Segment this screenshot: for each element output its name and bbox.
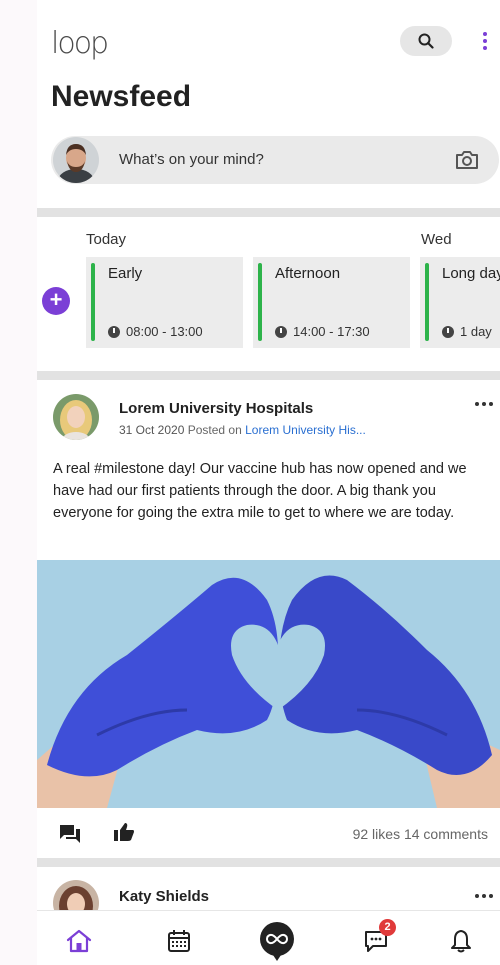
- posted-on-link[interactable]: Lorem University His...: [245, 423, 366, 437]
- loop-icon: [260, 922, 294, 961]
- more-horizontal-icon-dot: [482, 402, 486, 406]
- more-horizontal-icon: [475, 894, 479, 898]
- search-button[interactable]: [400, 26, 452, 56]
- tab-loop[interactable]: [257, 921, 297, 961]
- loop-logo[interactable]: loop: [51, 26, 109, 61]
- comments-count[interactable]: 14 comments: [404, 826, 488, 842]
- shift-time-text: 14:00 - 17:30: [293, 324, 370, 339]
- shift-name: Afternoon: [275, 265, 341, 282]
- shift-time-text: 1 day: [460, 324, 492, 339]
- calendar-icon: [168, 930, 190, 952]
- shifts-strip: Today Wed + Early 08:00 - 13:00 Afternoo…: [37, 217, 500, 371]
- add-shift-button[interactable]: +: [42, 287, 70, 315]
- section-divider: [37, 371, 500, 380]
- header: loop Newsfeed What’s on your mind?: [37, 0, 500, 208]
- post-author[interactable]: Katy Shields: [119, 888, 209, 905]
- comment-icon[interactable]: [59, 824, 81, 844]
- more-horizontal-icon-dot: [489, 894, 493, 898]
- day-label-today: Today: [86, 231, 127, 248]
- clock-icon: [108, 325, 120, 338]
- shift-card-early[interactable]: Early 08:00 - 13:00: [86, 257, 243, 348]
- post-meta: 31 Oct 2020 Posted on Lorem University H…: [119, 423, 366, 437]
- shift-status-bar: [258, 263, 262, 341]
- unread-badge: 2: [379, 919, 396, 936]
- more-horizontal-icon-dot: [489, 402, 493, 406]
- shift-name: Early: [108, 265, 143, 282]
- tab-notifications[interactable]: [441, 921, 481, 961]
- avatar[interactable]: [53, 394, 99, 440]
- post-options-button[interactable]: [475, 402, 493, 406]
- shift-time: 14:00 - 17:30: [275, 324, 370, 339]
- bell-icon: [451, 930, 471, 953]
- avatar[interactable]: [53, 137, 99, 183]
- more-vertical-icon-dot: [483, 39, 487, 43]
- like-icon[interactable]: [113, 822, 135, 842]
- post-image[interactable]: [37, 560, 500, 808]
- day-label-wed: Wed: [421, 231, 452, 248]
- shift-time: 08:00 - 13:00: [108, 324, 203, 339]
- composer-input[interactable]: What’s on your mind?: [51, 136, 499, 184]
- bottom-tab-bar: 2: [37, 910, 500, 965]
- shift-status-bar: [91, 263, 95, 341]
- shift-card-long-day[interactable]: Long day 1 day: [420, 257, 500, 348]
- tab-calendar[interactable]: [159, 921, 199, 961]
- camera-icon[interactable]: [455, 150, 479, 170]
- clock-icon: [442, 325, 454, 338]
- clock-icon: [275, 325, 287, 338]
- post-options-button[interactable]: [475, 894, 493, 898]
- more-horizontal-icon-dot: [482, 894, 486, 898]
- shift-card-afternoon[interactable]: Afternoon 14:00 - 17:30: [253, 257, 410, 348]
- app-screen: loop Newsfeed What’s on your mind? Today…: [37, 0, 500, 965]
- post-actions: 92 likes 14 comments: [37, 808, 500, 858]
- shift-time: 1 day: [442, 324, 492, 339]
- post-body: A real #milestone day! Our vaccine hub h…: [53, 461, 467, 521]
- likes-count[interactable]: 92 likes: [353, 826, 400, 842]
- feed-post: Katy Shields: [37, 870, 500, 926]
- more-vertical-icon-dot: [483, 46, 487, 50]
- section-divider: [37, 208, 500, 217]
- post-date: 31 Oct 2020: [119, 423, 185, 437]
- page-title: Newsfeed: [51, 80, 192, 113]
- more-options-button[interactable]: [475, 26, 495, 56]
- composer-placeholder: What’s on your mind?: [119, 151, 264, 168]
- post-stats: 92 likes 14 comments: [353, 826, 488, 842]
- section-divider: [37, 858, 500, 867]
- posted-on-label: Posted on: [187, 423, 242, 437]
- post-author[interactable]: Lorem University Hospitals: [119, 400, 313, 417]
- shift-status-bar: [425, 263, 429, 341]
- home-icon: [66, 929, 92, 953]
- more-vertical-icon: [483, 32, 487, 36]
- more-horizontal-icon: [475, 402, 479, 406]
- search-icon: [418, 33, 434, 49]
- shift-name: Long day: [442, 265, 500, 282]
- tab-messages[interactable]: 2: [357, 919, 397, 961]
- shift-time-text: 08:00 - 13:00: [126, 324, 203, 339]
- tab-home[interactable]: [59, 921, 99, 961]
